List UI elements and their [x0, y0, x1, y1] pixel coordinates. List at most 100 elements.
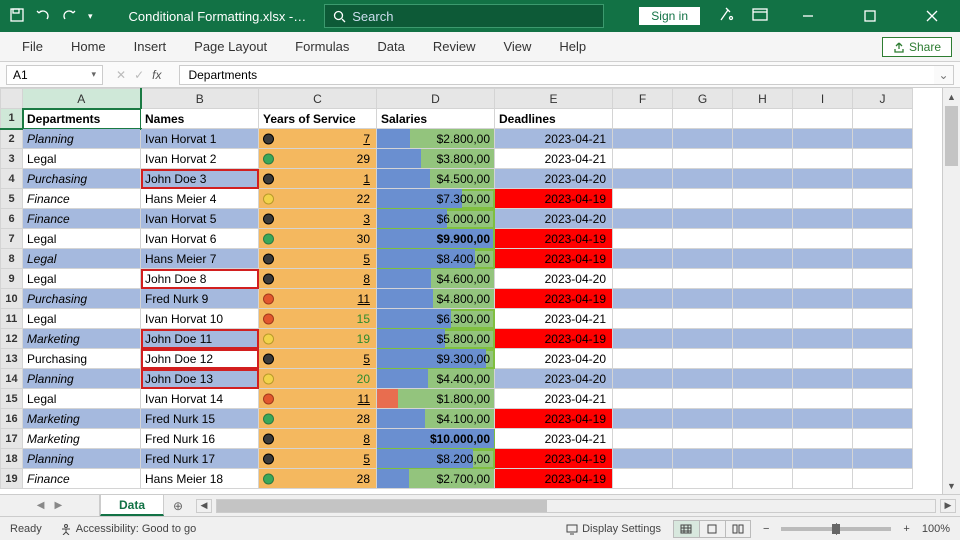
- cell-dept[interactable]: Planning: [23, 449, 141, 469]
- empty-cell[interactable]: [673, 109, 733, 129]
- normal-view-button[interactable]: [673, 520, 699, 538]
- empty-cell[interactable]: [673, 469, 733, 489]
- next-sheet-icon[interactable]: ▶: [55, 500, 63, 511]
- cell-years[interactable]: 11: [259, 289, 377, 309]
- cell-deadline[interactable]: 2023-04-19: [495, 449, 613, 469]
- empty-cell[interactable]: [853, 129, 913, 149]
- cell-deadline[interactable]: 2023-04-21: [495, 129, 613, 149]
- header-departments[interactable]: Departments: [23, 109, 141, 129]
- empty-cell[interactable]: [793, 149, 853, 169]
- name-box[interactable]: A1▾: [6, 65, 103, 85]
- empty-cell[interactable]: [613, 269, 673, 289]
- horizontal-scrollbar[interactable]: [216, 499, 936, 513]
- col-header-D[interactable]: D: [377, 89, 495, 109]
- empty-cell[interactable]: [853, 249, 913, 269]
- row-header-16[interactable]: 16: [1, 409, 23, 429]
- empty-cell[interactable]: [853, 269, 913, 289]
- cell-years[interactable]: 28: [259, 469, 377, 489]
- scroll-down-icon[interactable]: ▼: [943, 477, 960, 494]
- empty-cell[interactable]: [733, 389, 793, 409]
- cell-salary[interactable]: $5.800,00: [377, 329, 495, 349]
- cell-years[interactable]: 22: [259, 189, 377, 209]
- empty-cell[interactable]: [673, 429, 733, 449]
- cell-name[interactable]: Ivan Horvat 5: [141, 209, 259, 229]
- expand-formula-bar-icon[interactable]: ⌄: [934, 65, 954, 85]
- col-header-C[interactable]: C: [259, 89, 377, 109]
- ribbon-tab-page-layout[interactable]: Page Layout: [180, 32, 281, 61]
- zoom-out-button[interactable]: −: [763, 523, 769, 535]
- cell-salary[interactable]: $6.300,00: [377, 309, 495, 329]
- ribbon-tab-insert[interactable]: Insert: [120, 32, 181, 61]
- cell-name[interactable]: Fred Nurk 15: [141, 409, 259, 429]
- cell-deadline[interactable]: 2023-04-21: [495, 149, 613, 169]
- row-header-19[interactable]: 19: [1, 469, 23, 489]
- empty-cell[interactable]: [853, 189, 913, 209]
- row-header-2[interactable]: 2: [1, 129, 23, 149]
- cell-deadline[interactable]: 2023-04-19: [495, 469, 613, 489]
- empty-cell[interactable]: [673, 409, 733, 429]
- row-header-8[interactable]: 8: [1, 249, 23, 269]
- empty-cell[interactable]: [733, 129, 793, 149]
- cell-years[interactable]: 8: [259, 269, 377, 289]
- cell-name[interactable]: Ivan Horvat 10: [141, 309, 259, 329]
- cell-salary[interactable]: $8.200,00: [377, 449, 495, 469]
- page-layout-view-button[interactable]: [699, 520, 725, 538]
- empty-cell[interactable]: [733, 289, 793, 309]
- empty-cell[interactable]: [613, 329, 673, 349]
- cell-name[interactable]: John Doe 3: [141, 169, 259, 189]
- cell-dept[interactable]: Legal: [23, 249, 141, 269]
- cell-years[interactable]: 3: [259, 209, 377, 229]
- formula-bar[interactable]: Departments: [179, 65, 934, 85]
- cell-dept[interactable]: Purchasing: [23, 289, 141, 309]
- cell-years[interactable]: 20: [259, 369, 377, 389]
- row-header-18[interactable]: 18: [1, 449, 23, 469]
- empty-cell[interactable]: [673, 449, 733, 469]
- zoom-slider[interactable]: [781, 527, 891, 531]
- row-header-5[interactable]: 5: [1, 189, 23, 209]
- cell-salary[interactable]: $4.600,00: [377, 269, 495, 289]
- empty-cell[interactable]: [673, 189, 733, 209]
- empty-cell[interactable]: [613, 289, 673, 309]
- cell-years[interactable]: 5: [259, 449, 377, 469]
- empty-cell[interactable]: [733, 229, 793, 249]
- cell-salary[interactable]: $2.700,00: [377, 469, 495, 489]
- cell-deadline[interactable]: 2023-04-20: [495, 369, 613, 389]
- cell-deadline[interactable]: 2023-04-21: [495, 309, 613, 329]
- cell-name[interactable]: Hans Meier 4: [141, 189, 259, 209]
- scroll-left-icon[interactable]: ◀: [196, 499, 212, 513]
- sheet-tab-data[interactable]: Data: [100, 495, 164, 516]
- empty-cell[interactable]: [673, 369, 733, 389]
- zoom-level[interactable]: 100%: [922, 523, 950, 535]
- empty-cell[interactable]: [793, 469, 853, 489]
- cell-name[interactable]: Ivan Horvat 2: [141, 149, 259, 169]
- empty-cell[interactable]: [853, 469, 913, 489]
- cell-name[interactable]: Hans Meier 7: [141, 249, 259, 269]
- row-header-4[interactable]: 4: [1, 169, 23, 189]
- empty-cell[interactable]: [733, 469, 793, 489]
- add-sheet-button[interactable]: ⊕: [164, 495, 192, 516]
- empty-cell[interactable]: [613, 389, 673, 409]
- share-button[interactable]: Share: [882, 37, 952, 57]
- ribbon-tab-home[interactable]: Home: [57, 32, 120, 61]
- empty-cell[interactable]: [613, 369, 673, 389]
- cell-dept[interactable]: Planning: [23, 129, 141, 149]
- empty-cell[interactable]: [673, 349, 733, 369]
- row-header-6[interactable]: 6: [1, 209, 23, 229]
- empty-cell[interactable]: [673, 289, 733, 309]
- cell-dept[interactable]: Marketing: [23, 429, 141, 449]
- empty-cell[interactable]: [793, 329, 853, 349]
- cell-years[interactable]: 11: [259, 389, 377, 409]
- header-salaries[interactable]: Salaries: [377, 109, 495, 129]
- cell-dept[interactable]: Marketing: [23, 329, 141, 349]
- cell-dept[interactable]: Legal: [23, 229, 141, 249]
- empty-cell[interactable]: [673, 249, 733, 269]
- cell-name[interactable]: Fred Nurk 16: [141, 429, 259, 449]
- cell-dept[interactable]: Marketing: [23, 409, 141, 429]
- cell-deadline[interactable]: 2023-04-20: [495, 349, 613, 369]
- empty-cell[interactable]: [613, 449, 673, 469]
- ribbon-mode-icon[interactable]: [752, 7, 768, 26]
- coming-soon-icon[interactable]: [718, 7, 734, 26]
- empty-cell[interactable]: [733, 189, 793, 209]
- empty-cell[interactable]: [673, 209, 733, 229]
- cell-name[interactable]: Ivan Horvat 1: [141, 129, 259, 149]
